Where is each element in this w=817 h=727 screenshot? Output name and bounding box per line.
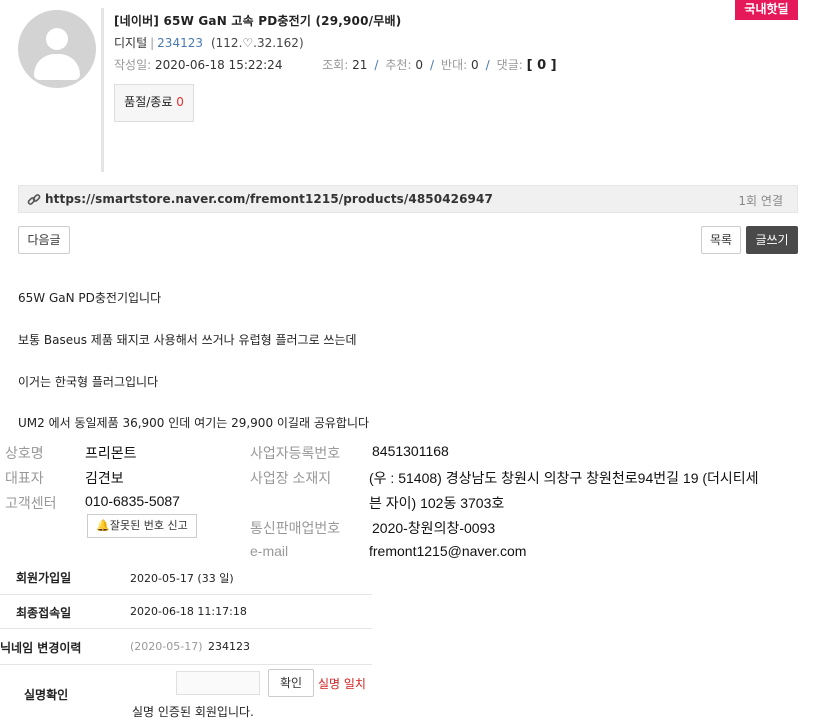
- realname-confirm-button[interactable]: 확인: [268, 669, 314, 697]
- header-divider: [101, 8, 104, 172]
- company-label: 상호명: [5, 445, 44, 461]
- rec-count: 0: [415, 58, 423, 72]
- addr-value-line1: (우 : 51408) 경상남도 창원시 의창구 창원천로94번길 19 (더시…: [369, 470, 759, 486]
- hotdeal-badge[interactable]: 국내핫딜: [735, 0, 798, 20]
- product-link[interactable]: https://smartstore.naver.com/fremont1215…: [45, 192, 493, 206]
- cs-value: 010-6835-5087: [85, 493, 180, 509]
- post-meta-line2: 작성일: 2020-06-18 15:22:24 조회: 21/추천: 0/반대…: [114, 58, 557, 73]
- ceo-label: 대표자: [5, 470, 44, 486]
- report-label: 잘못된 번호 신고: [109, 519, 188, 532]
- report-number-button[interactable]: 🔔잘못된 번호 신고: [87, 514, 197, 538]
- join-value: 2020-05-17 (33 일): [130, 572, 234, 585]
- bizno-value: 8451301168: [372, 443, 449, 459]
- comments-label: 댓글:: [496, 58, 523, 72]
- avatar-body-shape: [34, 54, 80, 80]
- link-icon: [27, 194, 41, 205]
- realname-note: 실명 인증된 회원입니다.: [132, 705, 254, 719]
- soldout-label: 품절/종료: [124, 95, 173, 109]
- nick-id: 234123: [208, 640, 250, 653]
- soldout-button[interactable]: 품절/종료 0: [114, 84, 194, 122]
- content-line: 이거는 한국형 플러그입니다: [18, 375, 159, 389]
- link-bar: https://smartstore.naver.com/fremont1215…: [18, 185, 798, 213]
- nick-date: (2020-05-17): [130, 640, 203, 653]
- date-label: 작성일:: [114, 58, 152, 72]
- company-value: 프리몬트: [85, 445, 137, 461]
- last-label: 최종접속일: [16, 606, 72, 620]
- post-date: 2020-06-18 15:22:24: [155, 58, 283, 72]
- soldout-count: 0: [176, 95, 184, 109]
- author-ip: (112.♡.32.162): [210, 36, 304, 50]
- post-meta-line1: 디지털 | 234123 (112.♡.32.162): [114, 34, 304, 51]
- user-avatar[interactable]: [18, 10, 96, 88]
- content-line: 보통 Baseus 제품 돼지코 사용해서 쓰거나 유럽형 플러그로 쓰는데: [18, 333, 357, 347]
- views-label: 조회:: [322, 58, 349, 72]
- mail-order-label: 통신판매업번호: [250, 520, 341, 536]
- addr-value-line2: 븐 자이) 102동 3703호: [369, 495, 505, 511]
- author-id-link[interactable]: 234123: [157, 36, 203, 50]
- realname-label: 실명확인: [24, 688, 69, 702]
- bizno-label: 사업자등록번호: [250, 445, 341, 461]
- bell-icon: 🔔: [96, 519, 110, 532]
- next-post-button[interactable]: 다음글: [18, 226, 70, 254]
- join-label: 회원가입일: [16, 571, 72, 585]
- ceo-value: 김견보: [85, 470, 124, 486]
- write-button[interactable]: 글쓰기: [746, 226, 798, 254]
- cs-label: 고객센터: [5, 495, 57, 511]
- nick-label: 닉네임 변경이력: [0, 641, 82, 655]
- opp-label: 반대:: [441, 58, 468, 72]
- last-value: 2020-06-18 11:17:18: [130, 605, 247, 618]
- post-title: [네이버] 65W GaN 고속 PD충전기 (29,900/무배): [114, 14, 402, 28]
- mail-order-value: 2020-창원의창-0093: [372, 520, 496, 536]
- views-count: 21: [352, 58, 368, 72]
- category-label[interactable]: 디지털: [114, 36, 147, 50]
- email-label: e-mail: [250, 543, 289, 559]
- email-value[interactable]: fremont1215@naver.com: [369, 543, 526, 559]
- realname-status: 실명 일치: [318, 677, 366, 691]
- list-button[interactable]: 목록: [701, 226, 741, 254]
- separator: |: [150, 36, 155, 50]
- avatar-head-shape: [46, 28, 68, 50]
- content-line: UM2 에서 동일제품 36,900 인데 여기는 29,900 이길래 공유합…: [18, 416, 370, 430]
- opp-count: 0: [470, 58, 479, 72]
- comments-count[interactable]: [ 0 ]: [527, 58, 557, 73]
- content-line: 65W GaN PD충전기입니다: [18, 291, 162, 305]
- addr-label: 사업장 소재지: [250, 470, 332, 486]
- realname-input[interactable]: [176, 671, 260, 695]
- link-count: 1회 연결: [738, 194, 783, 208]
- rec-label: 추천:: [385, 58, 412, 72]
